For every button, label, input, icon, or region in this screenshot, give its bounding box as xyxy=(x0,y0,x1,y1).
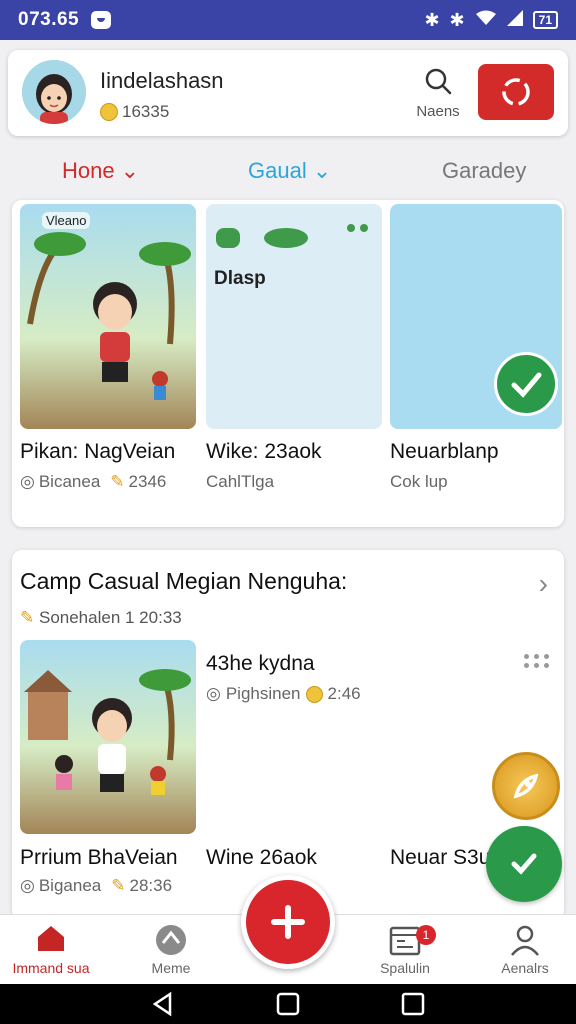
tab-home[interactable]: Hone ⌄ xyxy=(62,158,139,184)
at-icon: ◎ xyxy=(20,472,35,491)
section-meta-text: Sonehalen 1 20:33 xyxy=(38,608,182,627)
more-options-icon[interactable] xyxy=(524,654,550,668)
meme-icon xyxy=(156,925,186,955)
username: Iindelashasn xyxy=(100,68,224,93)
game-thumbnail[interactable]: Dlasp xyxy=(206,204,382,429)
section-title[interactable]: Camp Casual Megian Nenguha: xyxy=(20,568,347,595)
tab-gallery[interactable]: Garadey xyxy=(442,158,526,184)
game-author: Bicanea xyxy=(38,472,101,491)
signal-icon xyxy=(506,9,523,31)
call-fab[interactable] xyxy=(486,826,562,902)
rocket-icon xyxy=(513,773,539,799)
nav-account-label: Aenalrs xyxy=(501,960,549,976)
sparkle-icon: ✎ xyxy=(20,608,35,627)
status-icons: ✱ ✱ 71 xyxy=(424,9,558,31)
game-author: Cok lup xyxy=(390,472,448,491)
nav-schedule-label: Spalulin xyxy=(380,960,430,976)
refresh-button[interactable] xyxy=(478,64,554,120)
game-meta: ◎ Bicanea ✎ 2346 xyxy=(20,472,166,492)
tab-casual[interactable]: Gaual ⌄ xyxy=(248,158,331,184)
add-button[interactable] xyxy=(241,875,335,969)
bottom-navigation: Immand sua Meme 1 Spalulin Aenalrs xyxy=(0,875,576,984)
thumb-badge: Vleano xyxy=(42,212,91,229)
coin-balance: 16335 xyxy=(100,102,169,122)
sparkle-icon: ✎ xyxy=(110,472,125,491)
game-title[interactable]: Neuarblanp xyxy=(390,440,499,464)
system-navigation xyxy=(0,984,576,1024)
plus-icon xyxy=(271,905,305,939)
game-count: 28:36 xyxy=(129,876,173,895)
game-title[interactable]: Wike: 23aok xyxy=(206,440,322,464)
game-meta: Cok lup xyxy=(390,472,448,492)
recents-icon[interactable] xyxy=(400,991,426,1017)
notification-badge: 1 xyxy=(416,925,436,945)
bluetooth-icon-2: ✱ xyxy=(449,9,465,30)
home-icon xyxy=(38,926,64,951)
notification-icon xyxy=(91,11,112,29)
nav-account[interactable]: Aenalrs xyxy=(470,923,576,976)
home-system-icon[interactable] xyxy=(275,991,301,1017)
avatar[interactable] xyxy=(22,60,86,124)
game-title[interactable]: Neuar S3u xyxy=(390,846,490,870)
battery-icon: 71 xyxy=(532,11,558,29)
wifi-icon xyxy=(475,10,497,31)
game-meta: ◎ Biganea ✎ 28:36 xyxy=(20,876,172,896)
game-title[interactable]: Wine 26aok xyxy=(206,846,317,870)
status-bar: 073.65 ✱ ✱ 71 xyxy=(0,0,576,40)
sparkle-icon: ✎ xyxy=(111,876,126,895)
search-button[interactable]: Naens xyxy=(408,66,468,126)
nav-meme-label: Meme xyxy=(151,960,191,976)
rocket-fab[interactable] xyxy=(492,752,560,820)
post-thumbnail[interactable] xyxy=(20,640,196,834)
game-title[interactable]: Prrium BhaVeian xyxy=(20,846,178,870)
search-label: Naens xyxy=(416,103,460,120)
feed-section: Camp Casual Megian Nenguha: › ✎ Sonehale… xyxy=(12,550,564,920)
nav-meme[interactable]: Meme xyxy=(116,923,226,976)
tab-home-label: Hone xyxy=(62,158,115,183)
refresh-icon xyxy=(502,78,530,106)
section-meta: ✎ Sonehalen 1 20:33 xyxy=(20,608,182,628)
post-author: Pighsinen xyxy=(225,684,301,703)
back-icon[interactable] xyxy=(150,991,176,1017)
user-icon xyxy=(511,925,539,956)
nav-schedule[interactable]: 1 Spalulin xyxy=(350,923,460,976)
coin-count: 16335 xyxy=(122,102,170,121)
featured-row: Vleano Dlasp Pikan: NagVeian ◎ Bicanea ✎… xyxy=(12,200,564,527)
chevron-down-icon: ⌄ xyxy=(120,158,140,183)
post-meta: ◎ Pighsinen 2:46 xyxy=(206,684,361,704)
game-author: Biganea xyxy=(38,876,102,895)
nav-home-label: Immand sua xyxy=(12,960,90,976)
status-time: 073.65 xyxy=(18,9,80,30)
tab-casual-label: Gaual xyxy=(248,158,307,183)
thumb-overlay-text: Dlasp xyxy=(214,268,266,289)
game-meta: CahlTlga xyxy=(206,472,274,492)
chevron-down-icon: ⌄ xyxy=(312,158,332,183)
game-thumbnail[interactable]: Vleano xyxy=(20,204,196,429)
game-thumbnail[interactable] xyxy=(390,204,562,429)
game-author: CahlTlga xyxy=(206,472,275,491)
at-icon: ◎ xyxy=(206,684,221,703)
post-title[interactable]: 43he kydna xyxy=(206,652,315,676)
tab-gallery-label: Garadey xyxy=(442,158,527,183)
game-title[interactable]: Pikan: NagVeian xyxy=(20,440,175,464)
coin-icon xyxy=(100,103,118,121)
post-time: 2:46 xyxy=(327,684,361,703)
category-tabs: Hone ⌄ Gaual ⌄ Garadey xyxy=(0,150,576,194)
chevron-right-icon[interactable]: › xyxy=(539,568,548,600)
profile-header: Iindelashasn 16335 Naens xyxy=(8,50,568,136)
phone-icon xyxy=(511,853,537,875)
nav-home[interactable]: Immand sua xyxy=(0,923,106,976)
game-count: 2346 xyxy=(128,472,167,491)
coin-icon xyxy=(305,685,323,703)
at-icon: ◎ xyxy=(20,876,35,895)
check-badge-icon xyxy=(494,352,558,416)
bluetooth-icon: ✱ xyxy=(424,9,440,30)
search-icon xyxy=(425,68,452,95)
